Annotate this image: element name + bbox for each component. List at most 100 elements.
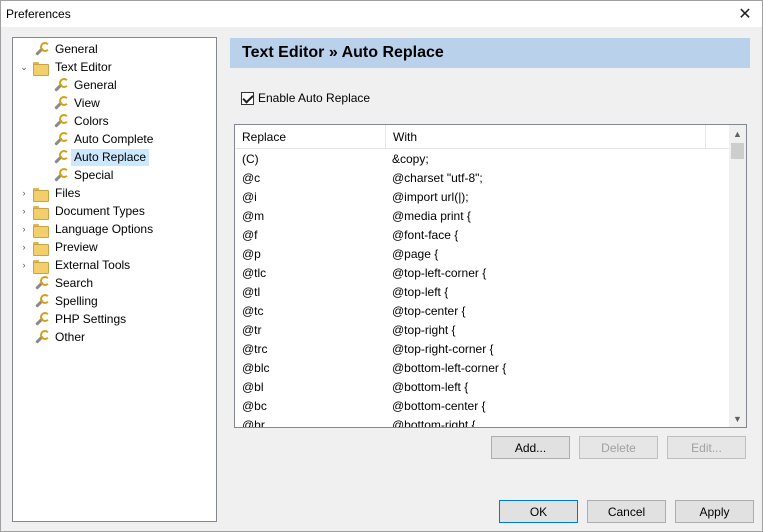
chevron-right-icon[interactable]: › [19,238,29,256]
chevron-right-icon[interactable]: › [19,256,29,274]
tree-item[interactable]: Other [19,328,88,346]
tree-item[interactable]: Auto Replace [38,148,150,166]
replace-cell: @bc [242,399,267,413]
scroll-up-icon[interactable]: ▲ [729,125,746,142]
with-cell: @import url(|); [392,190,469,204]
tree-item-label: Language Options [55,221,154,236]
scroll-thumb[interactable] [731,143,744,159]
scroll-down-icon[interactable]: ▼ [729,410,746,427]
tree-item[interactable]: ⌄ Text Editor [19,58,115,76]
title-bar: Preferences ✕ [1,1,762,27]
with-cell: @top-center { [392,304,466,318]
tree-item-label: Spelling [55,293,98,308]
tree-item[interactable]: › Document Types [19,202,148,220]
table-row[interactable]: (C) &copy; [235,150,729,169]
tree-item[interactable]: Colors [38,112,112,130]
edit-button[interactable]: Edit... [667,436,746,459]
table-row[interactable]: @f @font-face { [235,226,729,245]
tree-item-label: Special [74,167,114,182]
cancel-button[interactable]: Cancel [587,500,666,523]
tree-item-label: Colors [74,113,109,128]
table-row[interactable]: @br @bottom-right { [235,416,729,428]
folder-icon [32,221,49,238]
wrench-icon [32,329,50,345]
chevron-down-icon[interactable]: ⌄ [19,58,29,76]
wrench-icon [51,131,69,147]
with-cell: @top-left { [392,285,449,299]
column-header-with[interactable]: With [386,125,706,149]
with-cell: &copy; [392,152,429,166]
table-row[interactable]: @m @media print { [235,207,729,226]
tree-item-label: Document Types [55,203,145,218]
tree-item[interactable]: General [38,76,120,94]
table-row[interactable]: @i @import url(|); [235,188,729,207]
apply-button[interactable]: Apply [675,500,754,523]
tree-item[interactable]: › Preview [19,238,101,256]
preferences-window: Preferences ✕ General ⌄ Text Editor General… [0,0,763,532]
table-header: Replace With [235,125,729,149]
replace-cell: @tc [242,304,264,318]
enable-auto-replace-label: Enable Auto Replace [258,91,371,105]
tree-item[interactable]: Search [19,274,96,292]
table-scrollbar[interactable]: ▲ ▼ [729,125,746,427]
tree-item[interactable]: PHP Settings [19,310,129,328]
table-row[interactable]: @p @page { [235,245,729,264]
auto-replace-table[interactable]: Replace With (C) &copy; @c @charset "utf-8"… [234,124,747,428]
table-row[interactable]: @tc @top-center { [235,302,729,321]
replace-cell: @tr [242,323,262,337]
tree-item[interactable]: General [19,40,101,58]
table-row[interactable]: @tlc @top-left-corner { [235,264,729,283]
wrench-icon [32,275,50,291]
wrench-icon [51,95,69,111]
chevron-right-icon[interactable]: › [19,184,29,202]
enable-auto-replace-row[interactable]: Enable Auto Replace [241,91,370,106]
table-row[interactable]: @tr @top-right { [235,321,729,340]
replace-cell: @i [242,190,257,204]
with-cell: @top-right-corner { [392,342,494,356]
tree-item[interactable]: Auto Complete [38,130,156,148]
table-row[interactable]: @c @charset "utf-8"; [235,169,729,188]
table-row[interactable]: @bc @bottom-center { [235,397,729,416]
add-button[interactable]: Add... [491,436,570,459]
tree-item[interactable]: › Language Options [19,220,156,238]
with-cell: @bottom-left-corner { [392,361,507,375]
ok-button[interactable]: OK [499,500,578,523]
delete-button[interactable]: Delete [579,436,658,459]
wrench-icon [51,113,69,129]
replace-cell: @trc [242,342,268,356]
tree-item[interactable]: Special [38,166,116,184]
table-row[interactable]: @blc @bottom-left-corner { [235,359,729,378]
table-row[interactable]: @bl @bottom-left { [235,378,729,397]
tree-item[interactable]: › External Tools [19,256,133,274]
table-row[interactable]: @tl @top-left { [235,283,729,302]
with-cell: @charset "utf-8"; [392,171,483,185]
tree-item[interactable]: Spelling [19,292,101,310]
table-row[interactable]: @trc @top-right-corner { [235,340,729,359]
tree-item-label: General [55,41,98,56]
preferences-tree[interactable]: General ⌄ Text Editor General View Colors Auto… [12,37,217,522]
replace-cell: @p [242,247,261,261]
tree-item-label: Text Editor [55,59,112,74]
replace-cell: @blc [242,361,270,375]
column-header-replace[interactable]: Replace [235,125,386,149]
enable-auto-replace-checkbox[interactable] [241,92,254,105]
with-cell: @bottom-center { [392,399,486,413]
wrench-icon [32,293,50,309]
with-cell: @top-left-corner { [392,266,487,280]
replace-cell: @br [242,418,265,428]
chevron-right-icon[interactable]: › [19,202,29,220]
tree-item[interactable]: › Files [19,184,83,202]
close-icon[interactable]: ✕ [734,3,756,25]
chevron-right-icon[interactable]: › [19,220,29,238]
table-body: (C) &copy; @c @charset "utf-8"; @i @import ur… [235,149,729,428]
replace-cell: @tl [242,285,261,299]
tree-item[interactable]: View [38,94,103,112]
replace-cell: @tlc [242,266,267,280]
replace-cell: (C) [242,152,259,166]
